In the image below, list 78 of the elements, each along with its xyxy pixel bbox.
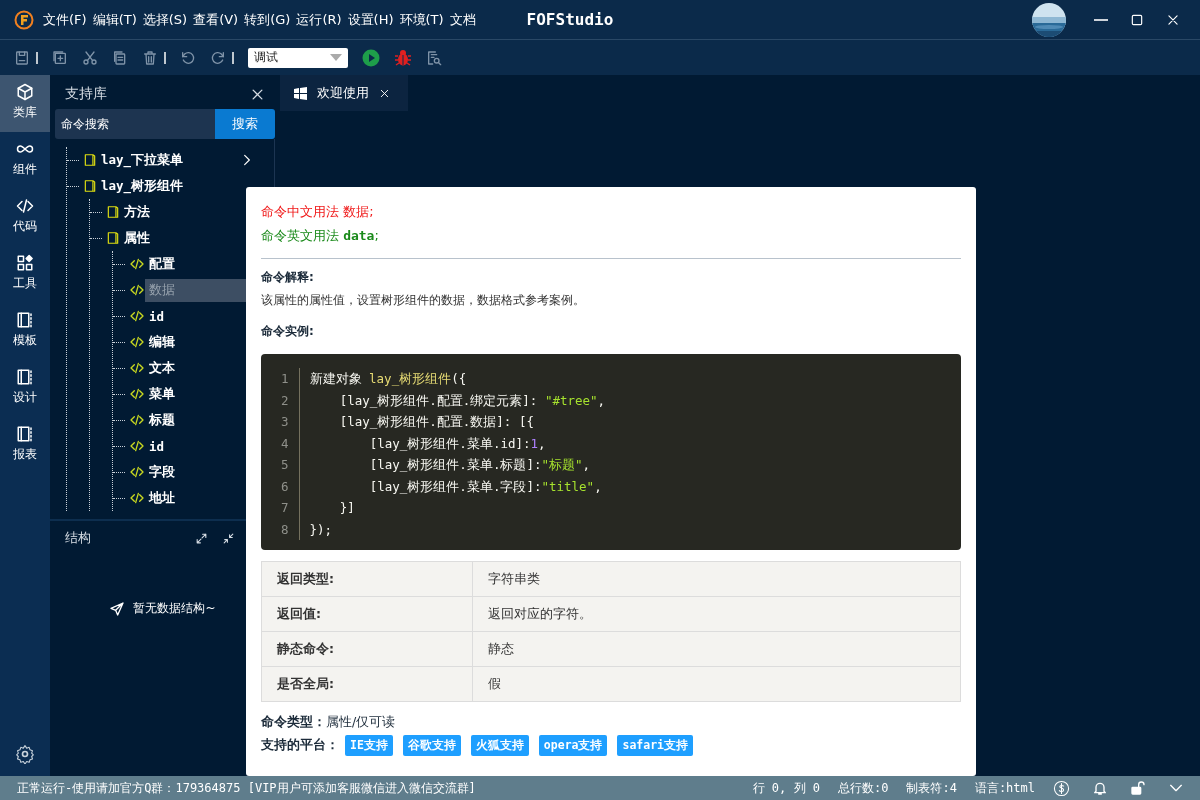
language-mode[interactable]: 语言:html xyxy=(974,779,1035,797)
menu-item[interactable]: 编辑(T) xyxy=(91,8,138,31)
tree-item[interactable]: lay_树形组件 xyxy=(97,174,188,198)
table-cell: 字符串类 xyxy=(472,561,961,597)
table-cell: 是否全局: xyxy=(261,666,473,702)
code-line: [lay_树形组件.菜单.标题]:"标题", xyxy=(368,456,592,474)
tree-item[interactable]: 菜单 xyxy=(145,382,179,406)
code-line: [lay_树形组件.菜单.id]:1, xyxy=(368,434,547,453)
tree-item[interactable]: 编辑 xyxy=(145,330,179,354)
line-number: 1 xyxy=(281,370,289,388)
editor-tab[interactable]: 欢迎使用 xyxy=(280,75,408,111)
tree-item[interactable]: id xyxy=(145,305,169,327)
code-line: [lay_树形组件.菜单.字段]:"title", xyxy=(368,477,603,496)
chinese-usage: 命令中文用法 数据; xyxy=(261,203,375,221)
menu-item[interactable]: 运行(R) xyxy=(295,8,343,31)
english-usage: 命令英文用法 data; xyxy=(261,227,380,245)
empty-message: 暂无数据结构~ xyxy=(133,600,216,617)
platform-tag: opera支持 xyxy=(538,735,608,756)
platform-tag: safari支持 xyxy=(617,735,694,756)
table-cell: 返回类型: xyxy=(261,561,473,597)
table-cell: 返回值: xyxy=(261,596,473,632)
panel-title: 结构 xyxy=(65,529,92,547)
menu-item[interactable]: 文档 xyxy=(448,8,477,31)
search-button[interactable]: 搜索 xyxy=(215,109,275,139)
menu-item[interactable]: 转到(G) xyxy=(243,8,292,31)
tree-item[interactable]: 标题 xyxy=(145,408,179,432)
line-number: 4 xyxy=(281,434,289,453)
activity-tab[interactable]: 设计 xyxy=(0,360,50,417)
line-number: 7 xyxy=(281,499,289,517)
line-number: 5 xyxy=(281,456,289,474)
mode-select[interactable]: 调试 xyxy=(248,47,348,68)
section-heading: 命令实例: xyxy=(261,323,315,340)
code-line: }] xyxy=(338,499,356,517)
menu-item[interactable]: 文件(F) xyxy=(42,8,88,31)
code-line: 新建对象 lay_树形组件({ xyxy=(309,370,468,388)
code-line: [lay_树形组件.配置.绑定元素]: "#tree", xyxy=(338,391,606,410)
activity-tab[interactable]: 模板 xyxy=(0,303,50,360)
description: 该属性的属性值，设置树形组件的数据，数据格式参考案例。 xyxy=(261,292,586,309)
line-number: 6 xyxy=(281,477,289,496)
table-cell: 静态命令: xyxy=(261,631,473,667)
line-number: 2 xyxy=(281,391,289,410)
line-number: 3 xyxy=(281,413,289,431)
tree-item[interactable]: 地址 xyxy=(145,486,179,510)
table-cell: 返回对应的字符。 xyxy=(472,596,961,632)
table-cell: 静态 xyxy=(472,631,961,667)
cursor-position: 行 0, 列 0 xyxy=(752,779,820,797)
section-heading: 命令解释: xyxy=(261,269,315,286)
platform-tag: 谷歌支持 xyxy=(402,735,461,756)
tree-item[interactable]: lay_下拉菜单 xyxy=(97,148,188,172)
platform-tag: IE支持 xyxy=(345,735,393,756)
line-count: 总行数:0 xyxy=(837,779,889,797)
tree-item[interactable]: 配置 xyxy=(145,252,179,276)
tree-item[interactable]: 文本 xyxy=(145,356,179,380)
activity-tab[interactable]: 类库 xyxy=(0,75,50,132)
search-field[interactable]: 命令搜索 xyxy=(55,109,215,139)
activity-tab[interactable]: 工具 xyxy=(0,246,50,303)
activity-tab[interactable]: 代码 xyxy=(0,189,50,246)
platform-tag: 火狐支持 xyxy=(470,735,529,756)
tree-item[interactable]: 属性 xyxy=(120,226,154,250)
panel-title: 支持库 xyxy=(65,85,107,103)
tree-item[interactable]: 字段 xyxy=(145,460,179,484)
command-type: 命令类型：属性/仅可读 xyxy=(261,714,397,731)
line-number: 8 xyxy=(281,520,289,539)
menu-item[interactable]: 选择(S) xyxy=(141,8,189,31)
tree-item[interactable]: id xyxy=(145,435,169,457)
tree-item[interactable]: 方法 xyxy=(120,200,154,224)
platforms-label: 支持的平台： xyxy=(261,737,339,754)
code-line: }); xyxy=(309,520,334,539)
activity-tab[interactable]: 报表 xyxy=(0,417,50,474)
menu-item[interactable]: 环境(T) xyxy=(398,8,445,31)
status-message: 正常运行-使用请加官方Q群：179364875 [VIP用户可添加客服微信进入微信交流群] xyxy=(17,779,477,797)
window-title: FOFStudio xyxy=(526,10,614,29)
menu-item[interactable]: 查看(V) xyxy=(192,8,240,31)
code-line: [lay_树形组件.配置.数据]: [{ xyxy=(338,413,535,431)
menu-item[interactable]: 设置(H) xyxy=(346,8,395,31)
table-cell: 假 xyxy=(472,666,961,702)
tab-size[interactable]: 制表符:4 xyxy=(906,779,957,797)
activity-tab[interactable]: 组件 xyxy=(0,132,50,189)
